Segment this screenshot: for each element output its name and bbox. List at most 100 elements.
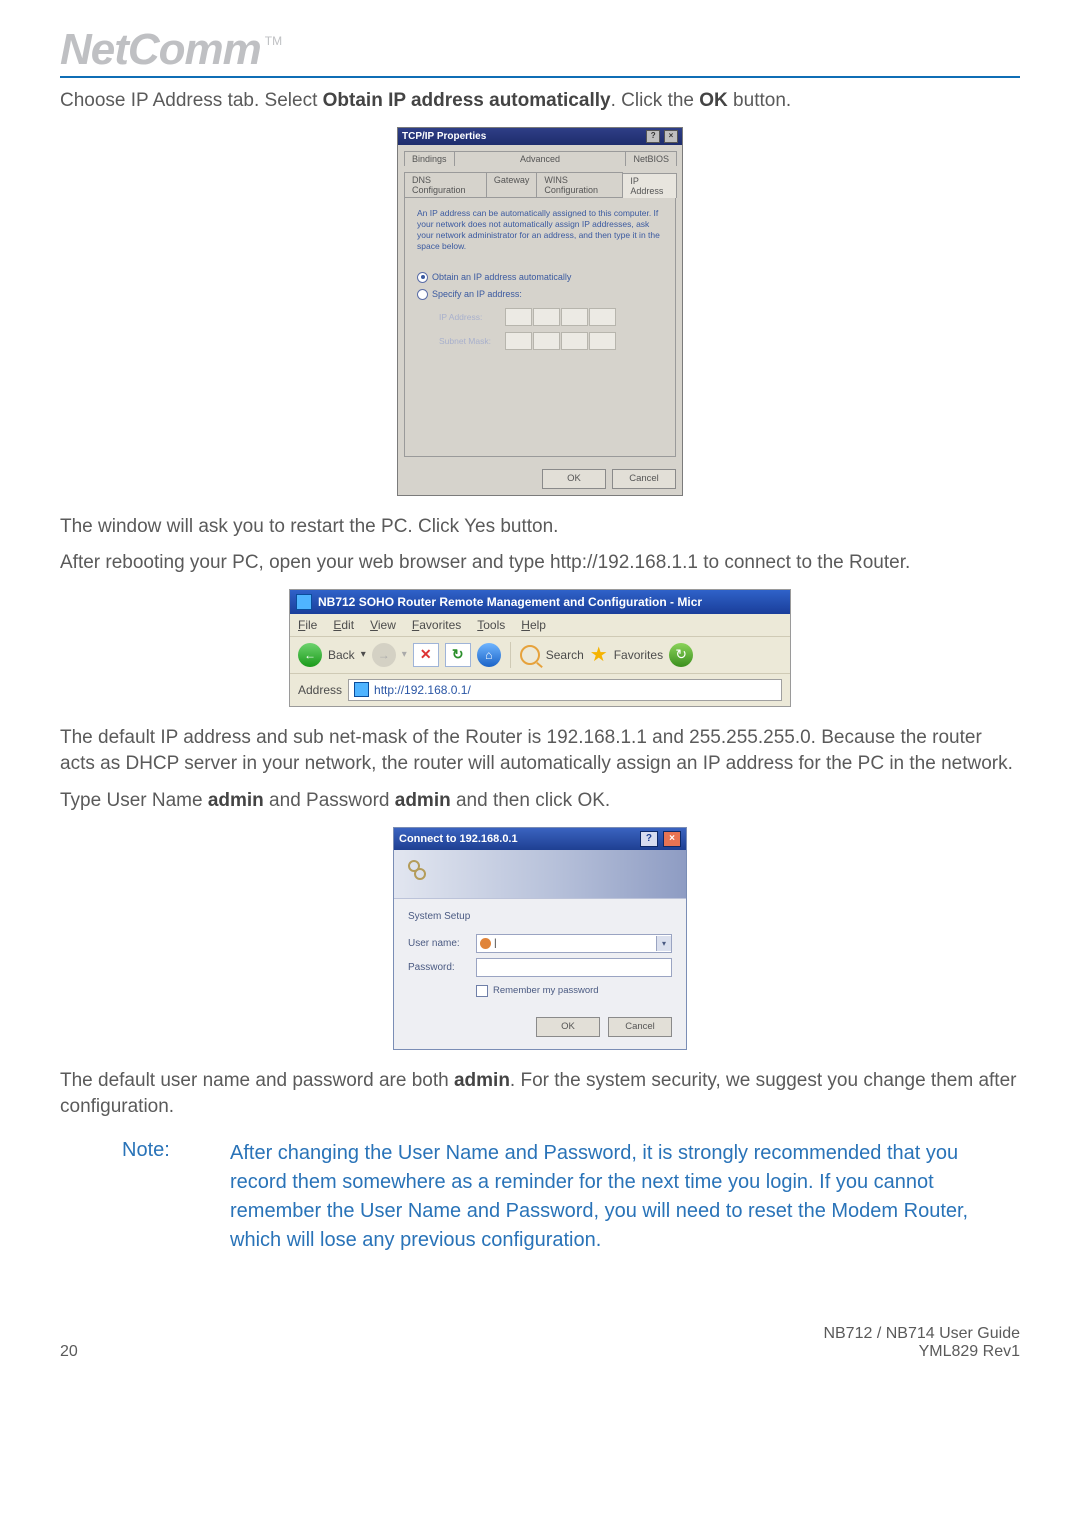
search-icon[interactable] xyxy=(520,645,540,665)
password-row: Password: xyxy=(408,958,672,977)
dialog-subtitle: System Setup xyxy=(408,911,672,922)
ip-segment-input[interactable] xyxy=(533,308,560,326)
history-icon[interactable]: ↻ xyxy=(669,643,693,667)
instruction-choose-ip: Choose IP Address tab. Select Obtain IP … xyxy=(60,88,1020,115)
bold-text: Obtain IP address automatically xyxy=(323,90,611,111)
tab-ip-address[interactable]: IP Address xyxy=(622,173,677,198)
url-input[interactable]: http://192.168.0.1/ xyxy=(348,679,782,701)
radio-specify-ip[interactable]: Specify an IP address: xyxy=(417,289,663,300)
close-icon[interactable]: × xyxy=(664,130,678,143)
trademark: TM xyxy=(265,34,282,48)
mask-segment-input[interactable] xyxy=(589,332,616,350)
checkbox-label: Remember my password xyxy=(493,985,599,996)
stop-icon[interactable]: ✕ xyxy=(413,643,439,667)
window-buttons: ? × xyxy=(638,831,681,847)
header-divider xyxy=(60,76,1020,78)
page-footer: 20 NB712 / NB714 User Guide YML829 Rev1 xyxy=(60,1325,1020,1361)
ie-titlebar: NB712 SOHO Router Remote Management and … xyxy=(290,590,790,614)
bold-text: OK xyxy=(699,90,728,111)
radio-on-icon xyxy=(417,272,428,283)
menu-tools[interactable]: Tools xyxy=(477,618,505,632)
ie-browser-window: NB712 SOHO Router Remote Management and … xyxy=(289,589,791,707)
text: and Password xyxy=(264,790,395,811)
favorites-label[interactable]: Favorites xyxy=(614,648,663,662)
keys-icon xyxy=(404,858,434,888)
connect-dialog: Connect to 192.168.0.1 ? × System Setup … xyxy=(393,827,687,1050)
note-block: Note: After changing the User Name and P… xyxy=(122,1139,1020,1255)
menu-help[interactable]: Help xyxy=(521,618,546,632)
radio-label: Specify an IP address: xyxy=(432,289,522,299)
tab-advanced[interactable]: Advanced xyxy=(454,151,627,166)
text: . Click the xyxy=(611,90,700,111)
username-input[interactable]: | ▾ xyxy=(476,934,672,953)
tab-gateway[interactable]: Gateway xyxy=(486,172,538,197)
footer-right: NB712 / NB714 User Guide YML829 Rev1 xyxy=(823,1325,1020,1361)
radio-label: Obtain an IP address automatically xyxy=(432,272,571,282)
username-label: User name: xyxy=(408,938,476,949)
tab-dns[interactable]: DNS Configuration xyxy=(404,172,487,197)
password-label: Password: xyxy=(408,962,476,973)
menu-file[interactable]: File xyxy=(298,618,317,632)
help-icon[interactable]: ? xyxy=(640,831,658,847)
window-buttons: ? × xyxy=(645,130,678,143)
ip-segment-input[interactable] xyxy=(589,308,616,326)
ie-toolbar: ← Back ▾ → ▾ ✕ ↻ ⌂ Search ★ Favorites ↻ xyxy=(290,637,790,674)
mask-segment-input[interactable] xyxy=(505,332,532,350)
cancel-button[interactable]: Cancel xyxy=(612,469,676,489)
dialog-body: System Setup User name: | ▾ Password: Re… xyxy=(394,899,686,1007)
tcpip-properties-dialog: TCP/IP Properties ? × Bindings Advanced … xyxy=(397,127,683,496)
radio-obtain-auto[interactable]: Obtain an IP address automatically xyxy=(417,272,663,283)
brand-header: NetComm TM xyxy=(60,28,1020,72)
help-icon[interactable]: ? xyxy=(646,130,660,143)
guide-title: NB712 / NB714 User Guide xyxy=(823,1325,1020,1343)
menu-edit[interactable]: Edit xyxy=(333,618,354,632)
mask-segment-input[interactable] xyxy=(561,332,588,350)
back-label[interactable]: Back xyxy=(328,648,355,662)
address-label: Address xyxy=(298,683,342,697)
ip-segment-input[interactable] xyxy=(505,308,532,326)
radio-off-icon xyxy=(417,289,428,300)
text: Choose IP Address tab. Select xyxy=(60,90,323,111)
url-icon xyxy=(354,682,369,697)
search-label[interactable]: Search xyxy=(546,648,584,662)
mask-label: Subnet Mask: xyxy=(439,336,499,346)
menu-favorites[interactable]: Favorites xyxy=(412,618,461,632)
text: The default user name and password are b… xyxy=(60,1070,454,1091)
dialog-footer: OK Cancel xyxy=(398,463,682,495)
password-input[interactable] xyxy=(476,958,672,977)
text: Type User Name xyxy=(60,790,208,811)
bold-text: admin xyxy=(395,790,451,811)
home-icon[interactable]: ⌂ xyxy=(477,643,501,667)
tab-netbios[interactable]: NetBIOS xyxy=(625,151,677,166)
ip-segment-input[interactable] xyxy=(561,308,588,326)
mask-input-group xyxy=(505,332,616,350)
dialog-footer: OK Cancel xyxy=(394,1007,686,1049)
remember-password-row[interactable]: Remember my password xyxy=(476,985,672,997)
ok-button[interactable]: OK xyxy=(542,469,606,489)
dialog-panel: An IP address can be automatically assig… xyxy=(404,197,676,457)
instruction-restart: The window will ask you to restart the P… xyxy=(60,514,1020,541)
ie-title: NB712 SOHO Router Remote Management and … xyxy=(318,595,702,609)
tab-bindings[interactable]: Bindings xyxy=(404,151,455,166)
dialog-banner xyxy=(394,850,686,899)
menu-view[interactable]: View xyxy=(370,618,396,632)
forward-icon[interactable]: → xyxy=(372,643,396,667)
ie-icon xyxy=(296,594,312,610)
back-dropdown-icon[interactable]: ▾ xyxy=(361,649,366,660)
back-icon[interactable]: ← xyxy=(298,643,322,667)
ok-button[interactable]: OK xyxy=(536,1017,600,1037)
refresh-icon[interactable]: ↻ xyxy=(445,643,471,667)
chevron-down-icon[interactable]: ▾ xyxy=(656,936,671,951)
close-icon[interactable]: × xyxy=(663,831,681,847)
cancel-button[interactable]: Cancel xyxy=(608,1017,672,1037)
note-body: After changing the User Name and Passwor… xyxy=(230,1139,990,1255)
tab-wins[interactable]: WINS Configuration xyxy=(536,172,623,197)
tab-row-2: DNS Configuration Gateway WINS Configura… xyxy=(404,172,676,197)
ie-menubar: File Edit View Favorites Tools Help xyxy=(290,614,790,637)
url-value: http://192.168.0.1/ xyxy=(374,683,471,697)
forward-dropdown-icon[interactable]: ▾ xyxy=(402,649,407,660)
mask-segment-input[interactable] xyxy=(533,332,560,350)
ie-address-bar: Address http://192.168.0.1/ xyxy=(290,674,790,706)
favorites-icon[interactable]: ★ xyxy=(590,642,608,667)
checkbox-icon xyxy=(476,985,488,997)
